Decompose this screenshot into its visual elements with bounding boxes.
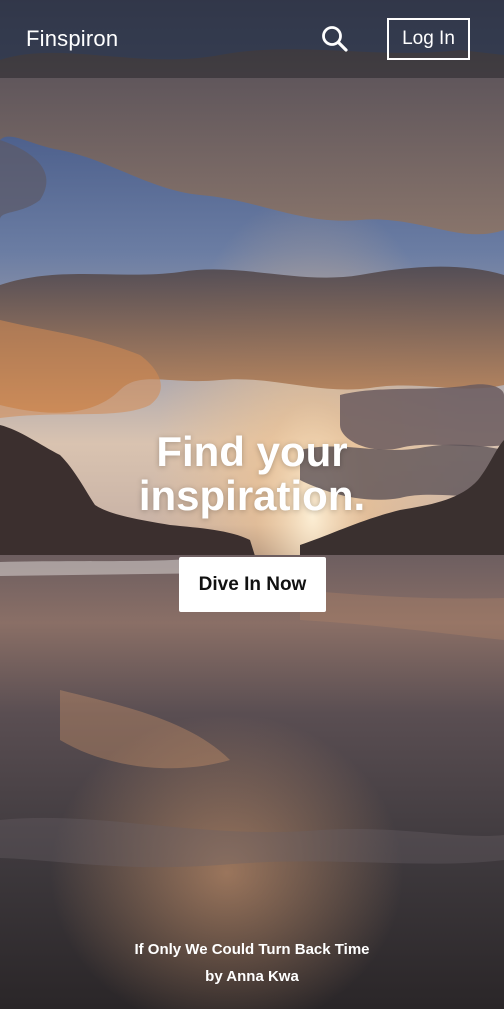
hero-heading-line-1: Find your: [156, 428, 348, 475]
brand-logo-text[interactable]: Finspiron: [26, 24, 118, 54]
hero-heading-line-2: inspiration.: [138, 472, 366, 519]
login-button[interactable]: Log In: [387, 18, 470, 60]
photo-credit: If Only We Could Turn Back Time by Anna …: [0, 936, 504, 990]
hero-heading: Find your inspiration.: [0, 430, 504, 518]
search-icon: [322, 26, 348, 52]
search-button[interactable]: [318, 22, 352, 56]
top-navigation-bar: Finspiron Log In: [0, 0, 504, 78]
photo-author-link[interactable]: by Anna Kwa: [205, 968, 299, 985]
dive-in-now-button[interactable]: Dive In Now: [179, 557, 326, 612]
photo-title-link[interactable]: If Only We Could Turn Back Time: [134, 941, 369, 958]
landing-page: Finspiron Log In Find your inspiration. …: [0, 0, 504, 1009]
